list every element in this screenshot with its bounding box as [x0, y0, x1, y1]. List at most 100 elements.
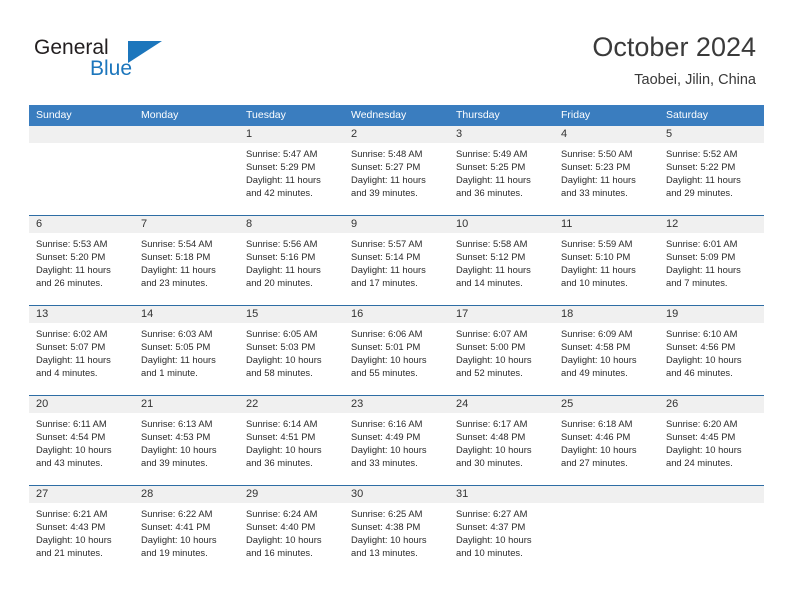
sunrise-time: Sunrise: 6:16 AM: [351, 418, 423, 429]
day-cell[interactable]: Sunrise: 6:11 AM Sunset: 4:54 PM Daylight:…: [29, 413, 134, 485]
logo-triangle-icon: [128, 41, 162, 63]
daylight-duration-line1: Daylight: 10 hours: [456, 444, 532, 456]
sunset-time: Sunset: 5:20 PM: [36, 251, 106, 263]
day-cell[interactable]: Sunrise: 6:06 AM Sunset: 5:01 PM Daylight:…: [344, 323, 449, 395]
day-cell[interactable]: Sunrise: 6:17 AM Sunset: 4:48 PM Daylight:…: [449, 413, 554, 485]
sunrise-time: Sunrise: 5:52 AM: [666, 148, 738, 159]
daylight-duration-line1: Daylight: 10 hours: [456, 354, 532, 366]
daylight-duration-line1: Daylight: 11 hours: [666, 174, 741, 186]
day-cell[interactable]: Sunrise: 5:48 AM Sunset: 5:27 PM Daylight:…: [344, 143, 449, 215]
day-cell[interactable]: Sunrise: 6:18 AM Sunset: 4:46 PM Daylight:…: [554, 413, 659, 485]
sunset-time: Sunset: 5:18 PM: [141, 251, 211, 263]
daylight-duration-line1: Daylight: 10 hours: [561, 354, 637, 366]
sunrise-time: Sunrise: 5:59 AM: [561, 238, 633, 249]
day-number[interactable]: 24: [449, 396, 554, 413]
day-number[interactable]: 7: [134, 216, 239, 233]
daylight-duration-line1: Daylight: 10 hours: [141, 534, 217, 546]
day-number[interactable]: 16: [344, 306, 449, 323]
day-number[interactable]: 29: [239, 486, 344, 503]
day-cell[interactable]: Sunrise: 6:01 AM Sunset: 5:09 PM Daylight:…: [659, 233, 764, 305]
day-number[interactable]: 13: [29, 306, 134, 323]
day-cell[interactable]: Sunrise: 6:22 AM Sunset: 4:41 PM Daylight:…: [134, 503, 239, 575]
daylight-duration-line2: and 49 minutes.: [561, 367, 628, 379]
day-number[interactable]: 8: [239, 216, 344, 233]
day-number[interactable]: 17: [449, 306, 554, 323]
sunset-time: Sunset: 4:58 PM: [561, 341, 631, 353]
day-cell[interactable]: Sunrise: 5:47 AM Sunset: 5:29 PM Daylight:…: [239, 143, 344, 215]
sunset-time: Sunset: 5:12 PM: [456, 251, 526, 263]
day-cell[interactable]: Sunrise: 6:14 AM Sunset: 4:51 PM Daylight:…: [239, 413, 344, 485]
week-detail-band: Sunrise: 6:11 AM Sunset: 4:54 PM Daylight:…: [29, 413, 764, 485]
sunset-time: Sunset: 4:49 PM: [351, 431, 421, 443]
day-cell[interactable]: Sunrise: 5:59 AM Sunset: 5:10 PM Daylight:…: [554, 233, 659, 305]
week-detail-band: Sunrise: 5:53 AM Sunset: 5:20 PM Daylight:…: [29, 233, 764, 305]
calendar-weeks: 1 2 3 4 5 Sunrise: 5:47 AM Sunset: 5:29 PM Dayl…: [29, 126, 764, 575]
day-cell[interactable]: Sunrise: 5:58 AM Sunset: 5:12 PM Daylight:…: [449, 233, 554, 305]
sunset-time: Sunset: 4:43 PM: [36, 521, 106, 533]
daylight-duration-line2: and 42 minutes.: [246, 187, 313, 199]
day-cell[interactable]: Sunrise: 5:50 AM Sunset: 5:23 PM Daylight:…: [554, 143, 659, 215]
daylight-duration-line2: and 36 minutes.: [246, 457, 313, 469]
day-number[interactable]: 18: [554, 306, 659, 323]
day-cell[interactable]: Sunrise: 5:56 AM Sunset: 5:16 PM Daylight:…: [239, 233, 344, 305]
day-number[interactable]: 4: [554, 126, 659, 143]
day-number[interactable]: 14: [134, 306, 239, 323]
weekday-header-thursday: Thursday: [456, 109, 500, 121]
day-number[interactable]: 21: [134, 396, 239, 413]
day-cell[interactable]: Sunrise: 6:05 AM Sunset: 5:03 PM Daylight:…: [239, 323, 344, 395]
day-number[interactable]: 27: [29, 486, 134, 503]
daylight-duration-line1: Daylight: 11 hours: [36, 354, 111, 366]
day-cell[interactable]: Sunrise: 6:10 AM Sunset: 4:56 PM Daylight:…: [659, 323, 764, 395]
daylight-duration-line1: Daylight: 10 hours: [351, 534, 427, 546]
day-number[interactable]: 5: [659, 126, 764, 143]
day-cell[interactable]: Sunrise: 6:24 AM Sunset: 4:40 PM Daylight:…: [239, 503, 344, 575]
sunset-time: Sunset: 4:37 PM: [456, 521, 526, 533]
day-cell[interactable]: Sunrise: 6:13 AM Sunset: 4:53 PM Daylight:…: [134, 413, 239, 485]
sunset-time: Sunset: 5:22 PM: [666, 161, 736, 173]
day-cell[interactable]: Sunrise: 5:52 AM Sunset: 5:22 PM Daylight:…: [659, 143, 764, 215]
day-cell[interactable]: Sunrise: 6:02 AM Sunset: 5:07 PM Daylight:…: [29, 323, 134, 395]
day-cell[interactable]: Sunrise: 5:53 AM Sunset: 5:20 PM Daylight:…: [29, 233, 134, 305]
day-number[interactable]: 19: [659, 306, 764, 323]
daylight-duration-line2: and 55 minutes.: [351, 367, 418, 379]
day-number[interactable]: 6: [29, 216, 134, 233]
day-number[interactable]: 25: [554, 396, 659, 413]
day-number[interactable]: 23: [344, 396, 449, 413]
day-number[interactable]: 10: [449, 216, 554, 233]
daylight-duration-line1: Daylight: 11 hours: [351, 174, 426, 186]
day-cell[interactable]: Sunrise: 6:20 AM Sunset: 4:45 PM Daylight:…: [659, 413, 764, 485]
day-number[interactable]: 20: [29, 396, 134, 413]
day-number[interactable]: 12: [659, 216, 764, 233]
day-number[interactable]: 22: [239, 396, 344, 413]
sunrise-time: Sunrise: 6:06 AM: [351, 328, 423, 339]
day-cell[interactable]: Sunrise: 5:49 AM Sunset: 5:25 PM Daylight:…: [449, 143, 554, 215]
daylight-duration-line1: Daylight: 11 hours: [141, 354, 216, 366]
daylight-duration-line1: Daylight: 11 hours: [456, 174, 531, 186]
day-number[interactable]: 1: [239, 126, 344, 143]
calendar-page: General Blue October 2024 Taobei, Jilin,…: [0, 0, 792, 612]
sunrise-time: Sunrise: 5:57 AM: [351, 238, 423, 249]
day-cell[interactable]: Sunrise: 6:03 AM Sunset: 5:05 PM Daylight:…: [134, 323, 239, 395]
calendar-week-row: 27 28 29 30 31 Sunrise: 6:21 AM Sunset: 4:43 P…: [29, 485, 764, 575]
day-cell[interactable]: Sunrise: 6:27 AM Sunset: 4:37 PM Daylight:…: [449, 503, 554, 575]
day-number[interactable]: 30: [344, 486, 449, 503]
day-cell[interactable]: Sunrise: 6:16 AM Sunset: 4:49 PM Daylight:…: [344, 413, 449, 485]
day-cell[interactable]: Sunrise: 6:21 AM Sunset: 4:43 PM Daylight:…: [29, 503, 134, 575]
daylight-duration-line2: and 27 minutes.: [561, 457, 628, 469]
day-number[interactable]: 26: [659, 396, 764, 413]
day-number[interactable]: 28: [134, 486, 239, 503]
day-cell[interactable]: Sunrise: 5:57 AM Sunset: 5:14 PM Daylight:…: [344, 233, 449, 305]
day-cell[interactable]: Sunrise: 6:07 AM Sunset: 5:00 PM Daylight:…: [449, 323, 554, 395]
day-number[interactable]: 15: [239, 306, 344, 323]
day-cell[interactable]: Sunrise: 6:25 AM Sunset: 4:38 PM Daylight:…: [344, 503, 449, 575]
weekday-header-sunday: Sunday: [36, 109, 72, 121]
day-number[interactable]: 11: [554, 216, 659, 233]
daylight-duration-line1: Daylight: 11 hours: [666, 264, 741, 276]
day-cell[interactable]: Sunrise: 6:09 AM Sunset: 4:58 PM Daylight:…: [554, 323, 659, 395]
day-cell[interactable]: Sunrise: 5:54 AM Sunset: 5:18 PM Daylight:…: [134, 233, 239, 305]
logo-text-blue: Blue: [90, 57, 133, 80]
day-number[interactable]: 3: [449, 126, 554, 143]
day-number[interactable]: 31: [449, 486, 554, 503]
day-number[interactable]: 2: [344, 126, 449, 143]
day-number[interactable]: 9: [344, 216, 449, 233]
